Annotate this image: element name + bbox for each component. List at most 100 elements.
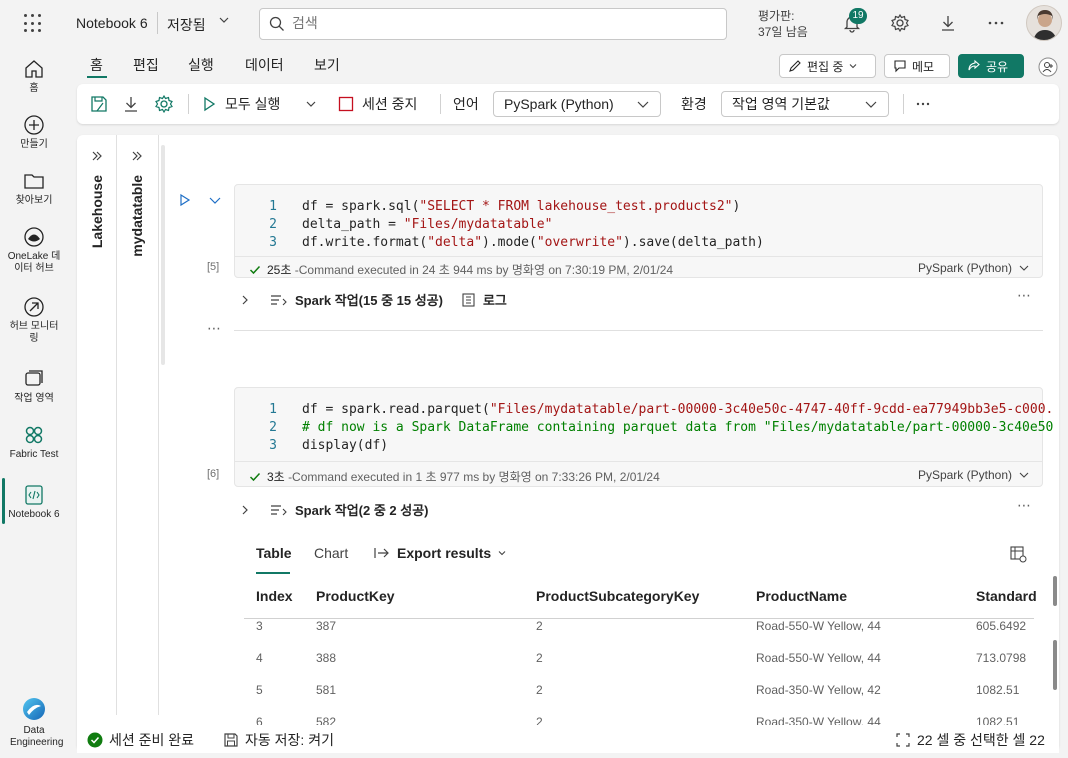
cell-language[interactable]: PySpark (Python) bbox=[918, 468, 1030, 482]
cell-separator bbox=[234, 330, 1043, 331]
code-text: ).mode( bbox=[482, 235, 537, 250]
trial-label: 평가판: bbox=[758, 9, 795, 23]
trial-status[interactable]: 평가판: 37일 남음 bbox=[758, 8, 808, 40]
download-icon[interactable] bbox=[121, 84, 141, 124]
chevron-down-icon[interactable] bbox=[305, 84, 317, 124]
autosave-label: 자동 저장: 켜기 bbox=[245, 732, 334, 748]
nav-create[interactable]: 만들기 bbox=[0, 114, 68, 151]
nav-notebook6[interactable]: Notebook 6 bbox=[0, 484, 68, 521]
editing-mode-label: 편집 중 bbox=[807, 59, 844, 74]
lakehouse-label[interactable]: Lakehouse bbox=[89, 175, 105, 248]
spark-jobs-label: Spark 작업(15 중 15 성공) bbox=[295, 293, 443, 308]
column-header-productname[interactable]: ProductName bbox=[756, 588, 847, 604]
stop-session-button[interactable]: 세션 중지 bbox=[338, 84, 417, 124]
more-icon[interactable] bbox=[986, 13, 1006, 36]
column-header-index[interactable]: Index bbox=[256, 588, 293, 604]
collaborators-icon[interactable] bbox=[1038, 57, 1058, 80]
code-text: df = spark.sql( bbox=[302, 199, 420, 214]
tab-run[interactable]: 실행 bbox=[188, 55, 214, 75]
autosave-status[interactable]: 자동 저장: 켜기 bbox=[223, 730, 334, 750]
header-scrollbar[interactable] bbox=[1053, 576, 1057, 606]
table-panel-collapsed[interactable]: mydatatable bbox=[117, 135, 159, 715]
nav-workspace[interactable]: 작업 영역 bbox=[0, 368, 68, 405]
spark-jobs-row[interactable]: Spark 작업(15 중 15 성공) 로그 bbox=[239, 290, 507, 309]
notebook-title[interactable]: Notebook 6 bbox=[76, 15, 148, 31]
expand-icon[interactable] bbox=[130, 149, 144, 166]
checkmark-icon bbox=[249, 472, 261, 481]
notebook-toolbar: 모두 실행 세션 중지 언어 PySpark (Python) 환경 작업 영역… bbox=[77, 84, 1059, 124]
expand-icon[interactable] bbox=[90, 149, 104, 166]
search-box[interactable] bbox=[259, 8, 727, 40]
nav-home[interactable]: 홈 bbox=[0, 58, 68, 95]
tab-home[interactable]: 홈 bbox=[90, 55, 103, 75]
chevron-down-icon[interactable] bbox=[218, 14, 230, 29]
table-scrollbar[interactable] bbox=[1053, 640, 1057, 690]
more-icon[interactable]: ⋯ bbox=[1017, 287, 1032, 304]
gear-icon[interactable] bbox=[890, 13, 910, 36]
environment-select[interactable]: 작업 영역 기본값 bbox=[721, 91, 889, 117]
save-icon[interactable] bbox=[89, 84, 109, 124]
app-launcher-icon[interactable] bbox=[24, 14, 44, 34]
saved-status[interactable]: 저장됨 bbox=[167, 15, 206, 35]
tab-chart[interactable]: Chart bbox=[314, 545, 348, 561]
more-icon[interactable]: ⋯ bbox=[207, 320, 222, 337]
more-icon[interactable] bbox=[915, 84, 931, 124]
cell-subcategory: 2 bbox=[536, 619, 543, 633]
nav-data-engineering[interactable]: Data Engineering bbox=[0, 696, 68, 749]
spark-jobs-label: Spark 작업(2 중 2 성공) bbox=[295, 503, 429, 518]
language-label: 언어 bbox=[453, 96, 479, 112]
search-input[interactable] bbox=[292, 15, 712, 31]
share-button[interactable]: 공유 bbox=[958, 54, 1024, 78]
execution-count: [6] bbox=[207, 468, 220, 480]
lakehouse-panel-collapsed[interactable]: Lakehouse bbox=[77, 135, 117, 715]
code-cell[interactable]: 1 df = spark.read.parquet("Files/mydatat… bbox=[234, 387, 1053, 487]
column-header-productsubcategorykey[interactable]: ProductSubcategoryKey bbox=[536, 588, 699, 604]
save-icon bbox=[224, 733, 238, 747]
nav-onelake[interactable]: OneLake 데이터 허브 bbox=[0, 226, 68, 275]
spark-jobs-row[interactable]: Spark 작업(2 중 2 성공) bbox=[239, 500, 429, 519]
avatar[interactable] bbox=[1026, 5, 1062, 41]
toolbar-divider bbox=[440, 94, 441, 114]
chevron-down-icon bbox=[498, 551, 506, 556]
onelake-icon bbox=[24, 227, 44, 247]
language-select[interactable]: PySpark (Python) bbox=[493, 91, 661, 117]
column-header-standard[interactable]: Standard bbox=[976, 588, 1037, 604]
run-cell-icon[interactable] bbox=[178, 193, 192, 210]
notebook-canvas: Lakehouse mydatatable 1 df = spark.sql("… bbox=[77, 135, 1059, 750]
nav-monitor[interactable]: 허브 모니터링 bbox=[0, 296, 68, 345]
cell-productkey: 581 bbox=[316, 683, 337, 697]
nav-browse[interactable]: 찾아보기 bbox=[0, 170, 68, 207]
nav-fabric-test[interactable]: Fabric Test bbox=[0, 424, 68, 461]
cell-selection-status[interactable]: 22 셀 중 선택한 셀 22 bbox=[895, 730, 1045, 750]
run-all-button[interactable]: 모두 실행 bbox=[201, 84, 280, 124]
column-header-productkey[interactable]: ProductKey bbox=[316, 588, 395, 604]
comments-button[interactable]: 메모 bbox=[884, 54, 950, 78]
session-status[interactable]: 세션 준비 완료 bbox=[87, 730, 194, 750]
tab-table[interactable]: Table bbox=[256, 545, 292, 561]
table-label[interactable]: mydatatable bbox=[129, 175, 145, 257]
comments-label: 메모 bbox=[912, 59, 935, 74]
line-number: 2 bbox=[269, 217, 277, 232]
title-divider bbox=[157, 12, 158, 34]
tab-edit[interactable]: 편집 bbox=[133, 55, 159, 75]
nav-label: 허브 모니터링 bbox=[9, 321, 59, 344]
top-bar: Notebook 6 저장됨 평가판: 37일 남음 19 bbox=[0, 0, 1068, 48]
chevron-down-icon[interactable] bbox=[208, 193, 222, 210]
code-cell[interactable]: 1 df = spark.sql("SELECT * FROM lakehous… bbox=[234, 184, 1043, 278]
cell-standard: 605.6492 bbox=[976, 619, 1027, 633]
tab-view[interactable]: 보기 bbox=[314, 55, 340, 75]
export-results-button[interactable]: Export results bbox=[373, 545, 507, 561]
plus-circle-icon bbox=[24, 115, 44, 135]
editing-mode-button[interactable]: 편집 중 bbox=[779, 54, 876, 78]
download-icon[interactable] bbox=[938, 13, 958, 36]
settings-icon[interactable] bbox=[154, 84, 174, 124]
log-label[interactable]: 로그 bbox=[483, 290, 507, 309]
cell-productname: Road-550-W Yellow, 44 bbox=[756, 651, 881, 665]
nav-label: 만들기 bbox=[20, 139, 48, 150]
environment-value: 작업 영역 기본값 bbox=[732, 96, 830, 112]
cell-language[interactable]: PySpark (Python) bbox=[918, 261, 1030, 275]
table-settings-icon[interactable] bbox=[1009, 545, 1027, 566]
pencil-icon bbox=[789, 60, 801, 72]
more-icon[interactable]: ⋯ bbox=[1017, 497, 1032, 514]
tab-data[interactable]: 데이터 bbox=[245, 55, 284, 75]
